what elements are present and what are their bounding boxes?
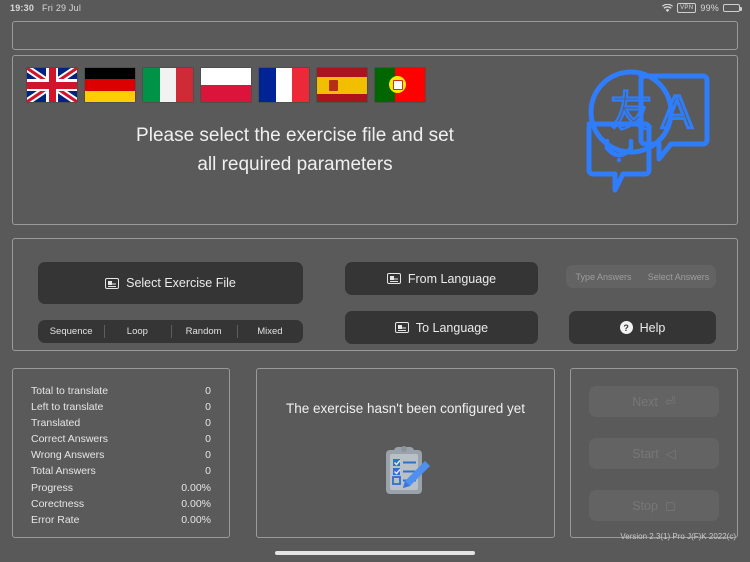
status-right-cluster: VPN 99% — [662, 3, 742, 13]
stop-icon: ◻ — [664, 498, 676, 513]
exercise-status-message: The exercise hasn't been configured yet — [286, 401, 525, 416]
stat-label: Corectness — [31, 497, 85, 510]
stat-label: Error Rate — [31, 513, 80, 526]
stat-value: 0.00% — [181, 497, 211, 510]
stat-value: 0 — [205, 433, 211, 446]
flag-poland[interactable] — [201, 60, 251, 110]
select-exercise-file-label: Select Exercise File — [126, 276, 236, 290]
stat-label: Total to translate — [31, 385, 109, 397]
stat-row: Correct Answers 0 — [31, 431, 211, 447]
home-indicator[interactable] — [275, 551, 475, 555]
clipboard-checklist-pencil-icon — [380, 444, 432, 503]
question-mark-icon: ? — [619, 321, 633, 334]
mode-segment-mixed[interactable]: Mixed — [236, 320, 303, 343]
stat-value: 0 — [205, 465, 211, 478]
stat-value: 0 — [205, 401, 211, 414]
stat-value: 0.00% — [181, 481, 211, 494]
play-icon: ◁ — [665, 446, 676, 461]
answer-segment-select-answers: Select Answers — [647, 271, 710, 282]
stat-value: 0 — [205, 417, 211, 430]
stat-label: Translated — [31, 417, 81, 430]
to-language-button[interactable]: To Language — [345, 311, 538, 344]
translate-icon-glyph-cjk: 友 — [610, 87, 652, 136]
status-date: Fri 29 Jul — [42, 3, 82, 13]
select-exercise-file-button[interactable]: Select Exercise File — [38, 262, 303, 304]
document-icon — [105, 277, 120, 289]
hero-message: Please select the exercise file and set … — [13, 121, 577, 179]
next-label: Next — [632, 394, 658, 409]
document-icon — [394, 322, 409, 333]
next-button[interactable]: Next ⏎ — [589, 386, 719, 417]
exercise-status-panel: The exercise hasn't been configured yet — [256, 368, 555, 538]
hero-message-line2: all required parameters — [197, 154, 393, 175]
top-status-panel — [12, 21, 738, 50]
stat-row: Left to translate 0 — [31, 399, 211, 415]
stop-label: Stop — [632, 498, 658, 513]
language-flags-row — [27, 60, 425, 110]
flag-france[interactable] — [259, 60, 309, 110]
mode-segmented-control[interactable]: Sequence Loop Random Mixed — [38, 320, 303, 343]
stat-row: Total Answers 0 — [31, 463, 211, 479]
mode-segment-sequence[interactable]: Sequence — [38, 320, 104, 343]
to-language-label: To Language — [415, 320, 489, 335]
battery-icon — [723, 4, 742, 12]
answer-segment-type-answers: Type Answers — [575, 271, 632, 282]
status-time: 19:30 — [10, 3, 35, 13]
flag-germany[interactable] — [85, 60, 135, 110]
flag-spain[interactable] — [317, 60, 367, 110]
stat-row: Translated 0 — [31, 415, 211, 431]
actions-panel: Next ⏎ Start ◁ Stop ◻ — [570, 368, 738, 538]
flag-italy[interactable] — [143, 60, 193, 110]
translate-icon-glyph-latin: A — [662, 86, 693, 138]
stat-label: Wrong Answers — [31, 449, 105, 462]
help-button[interactable]: ? Help — [569, 311, 716, 344]
answer-mode-segmented-control: Type Answers Select Answers — [566, 265, 716, 288]
stat-label: Correct Answers — [31, 433, 109, 446]
from-language-label: From Language — [407, 271, 497, 286]
help-label: Help — [639, 320, 666, 335]
stat-label: Progress — [31, 481, 74, 494]
hero-message-line1: Please select the exercise file and set — [136, 125, 454, 146]
hero-panel: Please select the exercise file and set … — [12, 55, 738, 225]
start-label: Start — [632, 446, 659, 461]
document-icon — [386, 273, 401, 284]
stat-value: 0 — [205, 385, 211, 397]
controls-panel: Select Exercise File Sequence Loop Rando… — [12, 238, 738, 351]
stat-row: Error Rate 0.00% — [31, 512, 211, 528]
statistics-panel: Total to translate 0 Left to translate 0… — [12, 368, 230, 538]
stat-label: Left to translate — [31, 401, 104, 414]
version-label: Version 2.3(1) Pro J(F)K 2022(c) — [620, 532, 736, 541]
enter-key-icon: ⏎ — [664, 394, 676, 409]
stat-row: Progress 0.00% — [31, 480, 211, 496]
status-bar: 19:30 Fri 29 Jul VPN 99% — [0, 0, 750, 16]
stat-row: Total to translate 0 — [31, 383, 211, 399]
battery-percent: 99% — [700, 3, 719, 13]
stat-value: 0.00% — [181, 513, 211, 526]
mode-segment-loop[interactable]: Loop — [104, 320, 170, 343]
from-language-button[interactable]: From Language — [345, 262, 538, 295]
flag-portugal[interactable] — [375, 60, 425, 110]
vpn-badge: VPN — [677, 3, 697, 13]
wifi-icon — [662, 3, 674, 13]
stat-row: Wrong Answers 0 — [31, 447, 211, 463]
mode-segment-random[interactable]: Random — [170, 320, 237, 343]
flag-united-kingdom[interactable] — [27, 60, 77, 110]
stat-label: Total Answers — [31, 465, 96, 478]
stop-button[interactable]: Stop ◻ — [589, 490, 719, 521]
stat-row: Corectness 0.00% — [31, 496, 211, 512]
translate-icon: 友 A — [575, 64, 715, 209]
stat-value: 0 — [205, 449, 211, 462]
start-button[interactable]: Start ◁ — [589, 438, 719, 469]
